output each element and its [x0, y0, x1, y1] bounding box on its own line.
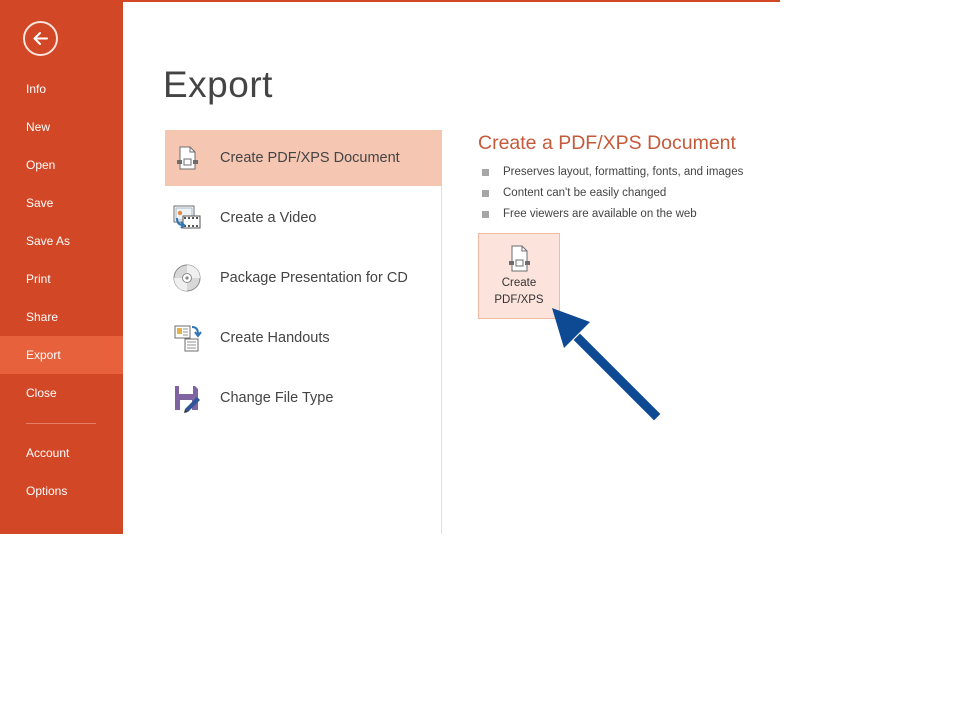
- bullet-item: Preserves layout, formatting, fonts, and…: [478, 162, 743, 183]
- option-create-video[interactable]: Create a Video: [165, 190, 442, 246]
- pdf-document-icon: [509, 245, 530, 272]
- video-icon: [173, 205, 201, 229]
- bullet-text: Free viewers are available on the web: [503, 208, 697, 220]
- option-label: Create PDF/XPS Document: [220, 150, 400, 166]
- detail-pane: Create a PDF/XPS Document Preserves layo…: [478, 132, 743, 225]
- back-arrow-icon: [33, 32, 48, 45]
- export-options-list: Create PDF/XPS Document Create a Video P…: [165, 130, 442, 534]
- option-create-pdf-xps[interactable]: Create PDF/XPS Document: [165, 130, 442, 186]
- bullet-item: Free viewers are available on the web: [478, 204, 743, 225]
- nav-item-new[interactable]: New: [0, 108, 123, 146]
- cd-icon: [173, 264, 201, 292]
- nav-item-options[interactable]: Options: [0, 472, 123, 510]
- nav-item-share[interactable]: Share: [0, 298, 123, 336]
- option-change-file-type[interactable]: Change File Type: [165, 370, 442, 426]
- nav-item-export[interactable]: Export: [0, 336, 123, 374]
- nav-item-info[interactable]: Info: [0, 70, 123, 108]
- save-as-filetype-icon: [175, 386, 200, 413]
- option-label: Change File Type: [220, 390, 334, 406]
- option-package-cd[interactable]: Package Presentation for CD: [165, 250, 442, 306]
- nav-separator: [26, 423, 96, 424]
- bullet-square-icon: [482, 190, 489, 197]
- handouts-icon: [174, 325, 202, 352]
- option-label: Create a Video: [220, 210, 317, 226]
- detail-title: Create a PDF/XPS Document: [478, 132, 736, 154]
- bullet-item: Content can't be easily changed: [478, 183, 743, 204]
- page-title: Export: [163, 64, 273, 105]
- pdf-document-icon: [177, 146, 198, 170]
- nav-item-save-as[interactable]: Save As: [0, 222, 123, 260]
- nav-item-save[interactable]: Save: [0, 184, 123, 222]
- bullet-square-icon: [482, 169, 489, 176]
- nav-item-print[interactable]: Print: [0, 260, 123, 298]
- bullet-square-icon: [482, 211, 489, 218]
- option-create-handouts[interactable]: Create Handouts: [165, 310, 442, 366]
- bullet-text: Content can't be easily changed: [503, 187, 667, 199]
- window-top-border: [123, 0, 780, 2]
- option-label: Package Presentation for CD: [220, 270, 408, 286]
- annotation-arrow-icon: [552, 308, 661, 421]
- button-label-line1: Create: [501, 277, 537, 289]
- nav-item-open[interactable]: Open: [0, 146, 123, 184]
- nav-item-close[interactable]: Close: [0, 374, 123, 412]
- detail-bullets: Preserves layout, formatting, fonts, and…: [478, 162, 743, 225]
- nav-item-account[interactable]: Account: [0, 434, 123, 472]
- option-label: Create Handouts: [220, 330, 330, 346]
- backstage-sidebar: Info New Open Save Save As Print Share E…: [0, 0, 123, 534]
- back-button[interactable]: [23, 21, 58, 56]
- bullet-text: Preserves layout, formatting, fonts, and…: [503, 166, 744, 178]
- backstage-view: Info New Open Save Save As Print Share E…: [0, 0, 780, 534]
